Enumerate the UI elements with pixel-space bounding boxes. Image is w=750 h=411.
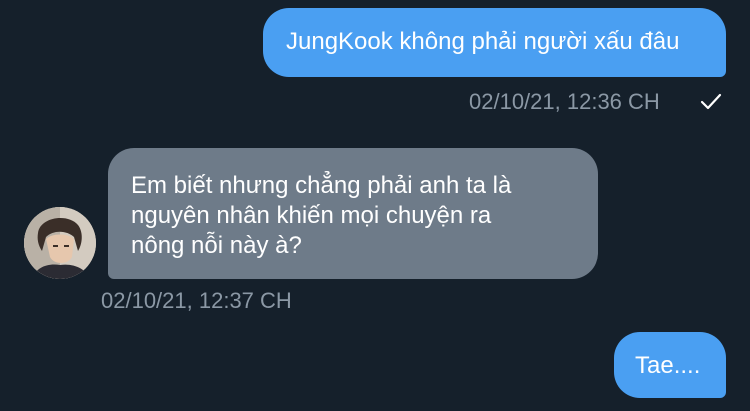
check-icon: [700, 93, 722, 110]
message-text: Tae....: [635, 352, 701, 379]
message-bubble-sent[interactable]: JungKook không phải người xấu đâu: [263, 8, 726, 77]
timestamp-text: 02/10/21, 12:36 CH: [469, 89, 660, 114]
message-timestamp: 02/10/21, 12:36 CH: [469, 89, 660, 115]
message-line-1: Em biết nhưng chẳng phải anh ta là: [131, 172, 512, 199]
message-line-3: nông nỗi này à?: [131, 232, 302, 259]
message-bubble-sent[interactable]: Tae....: [614, 332, 726, 398]
message-line-2: nguyên nhân khiến mọi chuyện ra: [131, 202, 492, 229]
user-avatar[interactable]: [24, 207, 96, 279]
timestamp-text: 02/10/21, 12:37 CH: [101, 288, 292, 313]
message-text: JungKook không phải người xấu đâu: [286, 28, 680, 55]
avatar-image: [24, 207, 96, 279]
message-bubble-received[interactable]: Em biết nhưng chẳng phải anh ta là nguyê…: [108, 148, 598, 279]
dm-conversation: JungKook không phải người xấu đâu 02/10/…: [0, 0, 750, 411]
message-timestamp: 02/10/21, 12:37 CH: [101, 288, 292, 314]
